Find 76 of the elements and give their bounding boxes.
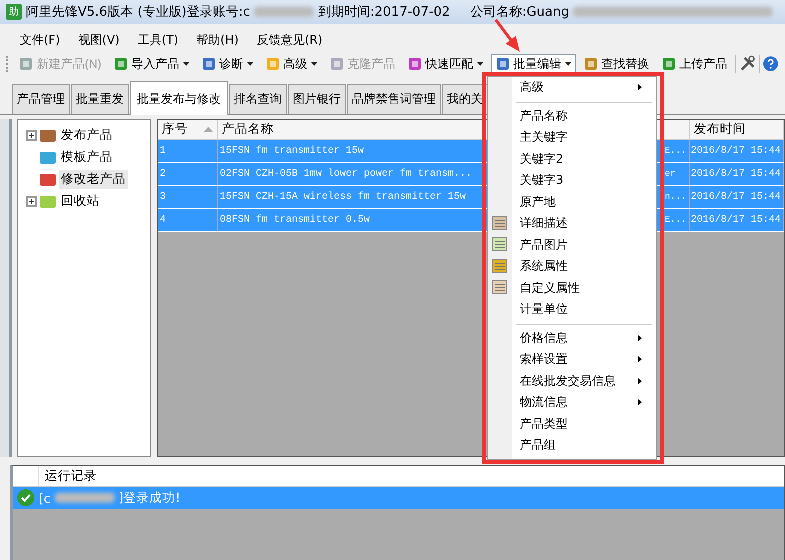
- tab[interactable]: 批量发布与修改: [130, 81, 228, 115]
- toolbar-button[interactable]: 高级: [260, 54, 322, 74]
- menu-item[interactable]: 物流信息: [488, 392, 656, 414]
- column-header[interactable]: 序号: [158, 120, 218, 139]
- table-cell: 4: [158, 209, 218, 231]
- menu-item[interactable]: 高级: [488, 77, 656, 98]
- help-icon[interactable]: [763, 56, 779, 72]
- annotation-arrow: [494, 19, 520, 52]
- table-cell: 3: [158, 186, 218, 208]
- menu-item[interactable]: 产品组: [488, 435, 656, 456]
- menu-item[interactable]: 帮助(H): [190, 32, 245, 48]
- folder-icon: [38, 171, 57, 187]
- toolbar-button[interactable]: 批量编辑: [490, 54, 576, 74]
- table-cell: 2016/8/17 15:44: [690, 140, 784, 162]
- table-cell: E...: [664, 209, 690, 231]
- tab[interactable]: 产品管理: [12, 84, 70, 114]
- menu-item[interactable]: 索样设置: [488, 349, 656, 370]
- column-header[interactable]: 发布时间: [690, 120, 784, 139]
- table-cell: 1: [158, 140, 218, 162]
- window-title: 阿里先锋V5.6版本 (专业版)登录账号:c: [26, 4, 250, 21]
- log-text: ]登录成功!: [118, 490, 181, 506]
- folder-icon: [38, 193, 57, 209]
- toolbar-icon: [582, 56, 599, 72]
- table-cell: er: [664, 163, 690, 185]
- redacted-block: [54, 493, 115, 503]
- menu-item[interactable]: 反馈意见(R): [250, 32, 329, 48]
- sort-icon: [204, 127, 213, 132]
- menu-item[interactable]: 价格信息: [488, 328, 656, 349]
- toolbar-icon: [200, 56, 217, 72]
- expand-icon[interactable]: [26, 196, 37, 206]
- folder-icon: [38, 149, 57, 165]
- toolbar-icon: [660, 56, 677, 72]
- tab[interactable]: 图片银行: [288, 84, 346, 114]
- window-title: 公司名称:Guang: [470, 4, 570, 21]
- toolbar-button[interactable]: 导入产品: [108, 54, 194, 74]
- toolbar-icon: [406, 56, 423, 72]
- table-cell: n...: [664, 186, 690, 208]
- toolbar-icon: [264, 56, 281, 72]
- redacted-block: [254, 7, 314, 17]
- tab[interactable]: 排名查询: [229, 84, 287, 114]
- table-cell: 2016/8/17 15:44: [690, 186, 784, 208]
- check-icon: [17, 489, 35, 507]
- log-text: [c: [39, 490, 51, 506]
- table-cell: 2: [158, 163, 218, 185]
- toolbar-button[interactable]: 诊断: [196, 54, 258, 74]
- toolbar-icon: [494, 56, 511, 72]
- column-header: 运行记录: [44, 467, 98, 485]
- table-cell: E...: [664, 140, 690, 162]
- table-cell: 2016/8/17 15:44: [690, 163, 784, 185]
- menu-item[interactable]: 计量单位: [488, 299, 656, 320]
- menu-item[interactable]: 视图(V): [72, 32, 126, 48]
- menu-item[interactable]: 系统属性: [488, 256, 656, 278]
- menu-item[interactable]: 文件(F): [14, 32, 66, 48]
- toolbar-button[interactable]: 快速匹配: [402, 54, 488, 74]
- tree-item[interactable]: 回收站: [58, 192, 102, 210]
- toolbar-button[interactable]: 上传产品: [656, 54, 732, 74]
- folder-icon: [38, 127, 57, 143]
- menu-item[interactable]: 工具(T): [132, 32, 185, 48]
- tab[interactable]: 品牌禁售词管理: [347, 84, 441, 114]
- window-title: 到期时间:2017-07-02: [318, 4, 450, 21]
- tab[interactable]: 批量重发: [71, 84, 129, 114]
- tools-icon[interactable]: [738, 55, 756, 73]
- app-icon: 助: [6, 4, 22, 20]
- tree-item[interactable]: 模板产品: [58, 148, 115, 166]
- menu-item[interactable]: 产品类型: [488, 414, 656, 435]
- menu-item[interactable]: 自定义属性: [488, 278, 656, 299]
- toolbar-icon: [328, 56, 345, 72]
- tree-item[interactable]: 修改老产品: [58, 170, 128, 188]
- tree-item[interactable]: 发布产品: [58, 126, 115, 144]
- table-cell: 2016/8/17 15:44: [690, 209, 784, 231]
- toolbar-icon: [112, 56, 129, 72]
- menu-item[interactable]: 在线批发交易信息: [488, 370, 656, 392]
- toolbar-button[interactable]: 查找替换: [578, 54, 654, 74]
- expand-icon[interactable]: [26, 130, 37, 140]
- menu-item[interactable]: 产品图片: [488, 234, 656, 256]
- toolbar-icon: [18, 56, 34, 72]
